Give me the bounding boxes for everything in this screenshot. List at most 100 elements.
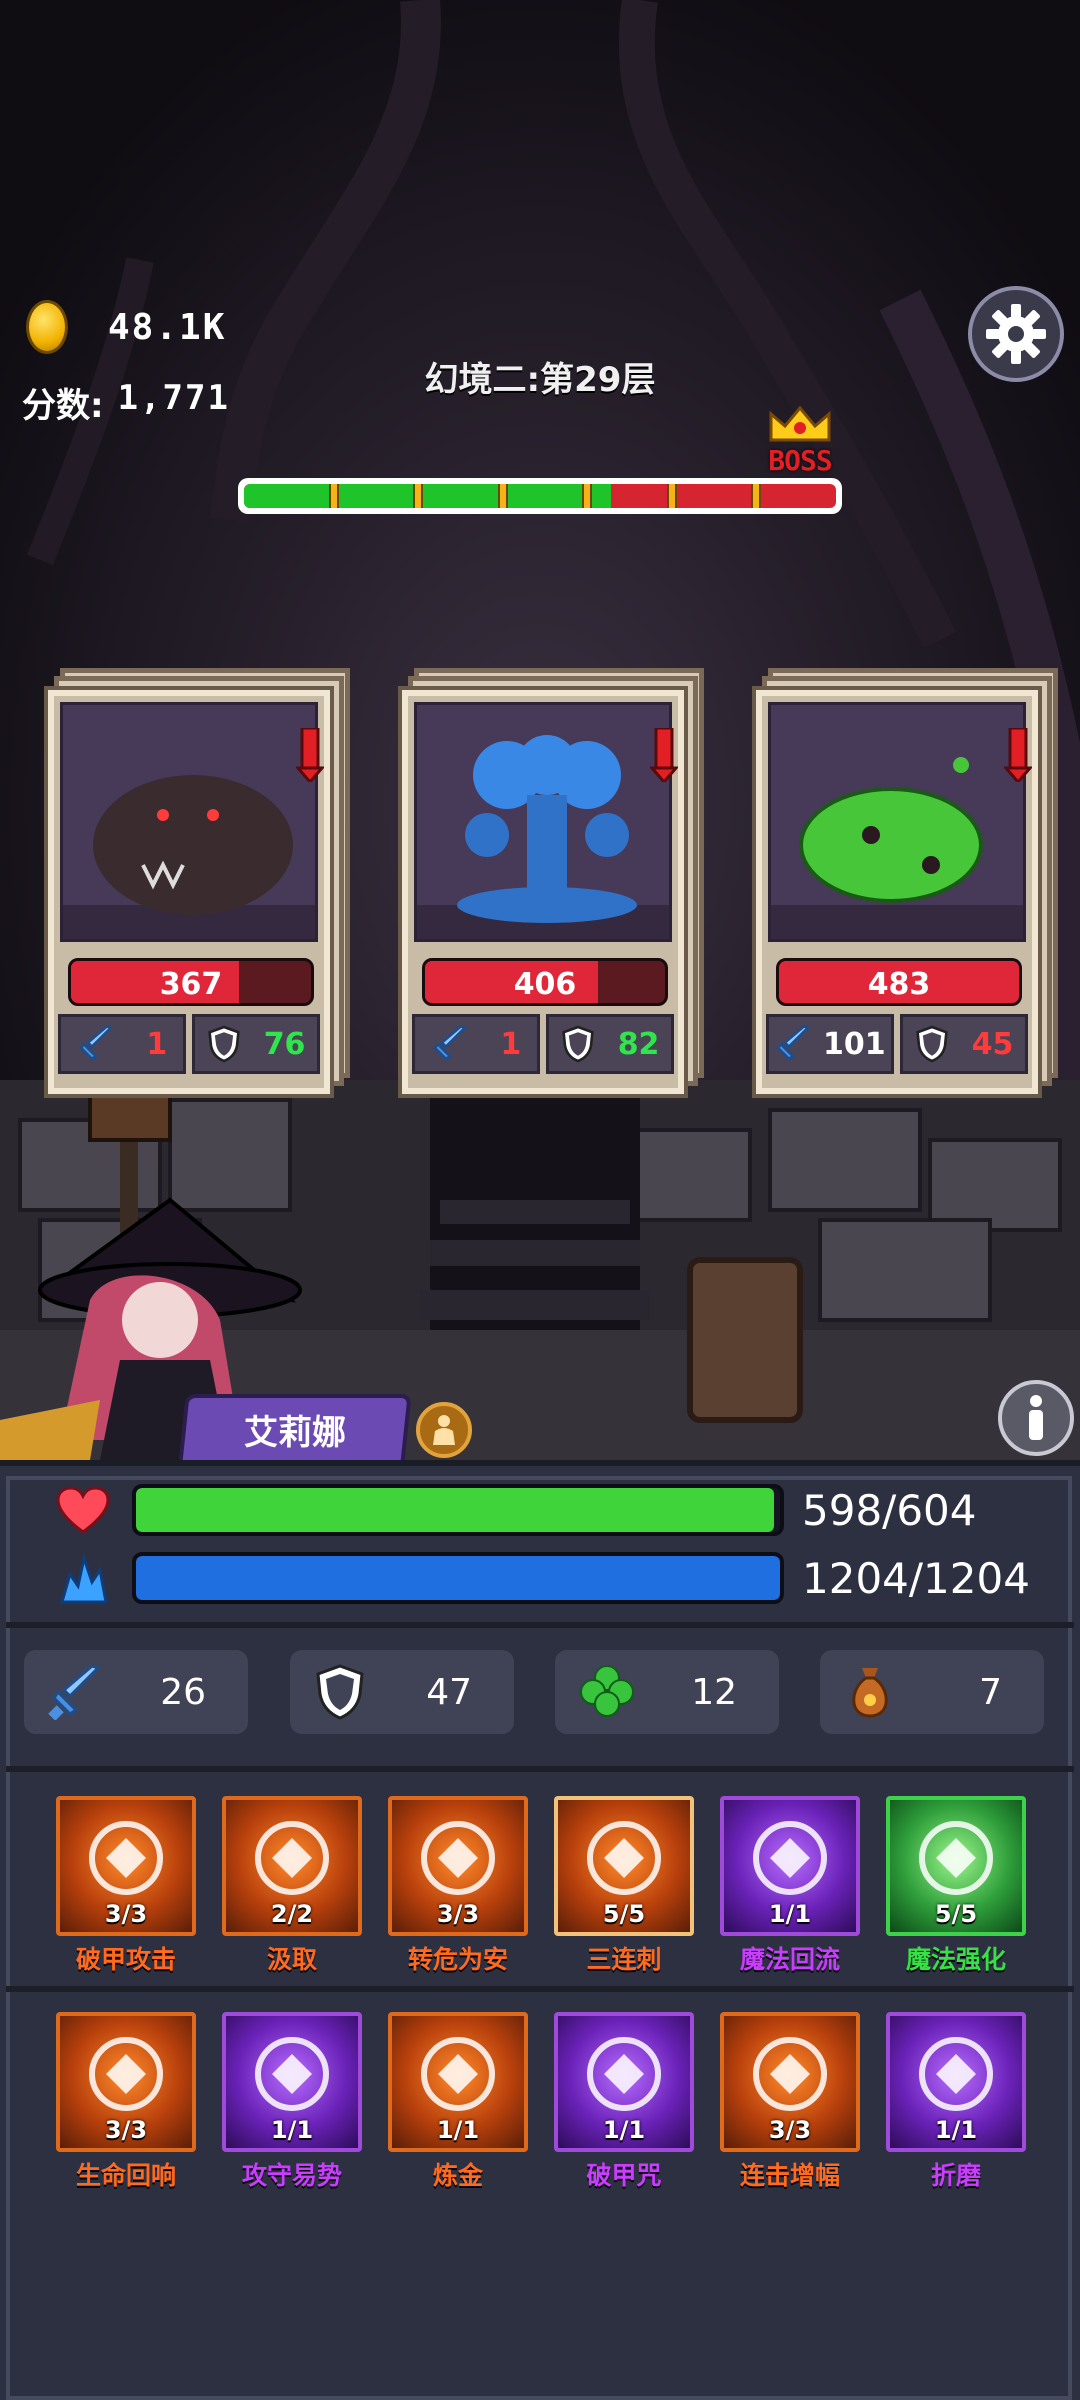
- shield-icon: [561, 1025, 594, 1063]
- skill-slot[interactable]: 1/1 炼金: [388, 2012, 528, 2192]
- enemy-attack-value: 1: [500, 1026, 522, 1062]
- skill-icon: 2/2: [222, 1796, 362, 1936]
- enemy-portrait: [768, 702, 1026, 942]
- boss-marker: BOSS: [762, 404, 838, 477]
- skill-icon: 3/3: [56, 2012, 196, 2152]
- mp-bar-fill: [136, 1556, 780, 1600]
- enemy-defense: 82: [546, 1014, 674, 1074]
- gold-counter: 48.1K: [26, 300, 226, 354]
- enemy-defense: 76: [192, 1014, 320, 1074]
- skill-name: 三连刺: [586, 1945, 662, 1974]
- skill-level: 1/1: [768, 1900, 812, 1928]
- shield-icon: [207, 1025, 240, 1063]
- skill-name: 连击增幅: [739, 2161, 840, 2190]
- skill-level: 3/3: [104, 2116, 148, 2144]
- sword-icon: [776, 1025, 811, 1061]
- money-bag-icon: [852, 1668, 888, 1718]
- mana-flame-icon: [60, 1552, 108, 1604]
- stat-luck: 12: [555, 1650, 779, 1734]
- sword-icon: [79, 1025, 114, 1061]
- skill-level: 5/5: [602, 1900, 646, 1928]
- stat-luck-value: 12: [691, 1671, 737, 1713]
- skill-slot[interactable]: 1/1 魔法回流: [720, 1796, 860, 1976]
- skill-slot[interactable]: 5/5 魔法强化: [886, 1796, 1026, 1976]
- enemy-attack-value: 101: [823, 1026, 886, 1062]
- skill-name: 破甲攻击: [75, 1945, 176, 1974]
- heart-icon: [56, 1486, 110, 1534]
- skill-level: 3/3: [104, 1900, 148, 1928]
- hero-class-badge[interactable]: [416, 1402, 472, 1458]
- stat-defense-value: 47: [426, 1671, 472, 1713]
- progress-tick: [666, 484, 677, 508]
- enemy-attack: 1: [58, 1014, 186, 1074]
- enemy-defense-value: 45: [971, 1026, 1014, 1062]
- stage-title: 幻境二:第29层: [424, 360, 656, 400]
- skill-icon: 1/1: [554, 2012, 694, 2152]
- enemy-attack: 1: [412, 1014, 540, 1074]
- crown-icon: [769, 405, 831, 442]
- skill-level: 2/2: [270, 1900, 314, 1928]
- skill-slot[interactable]: 2/2 汲取: [222, 1796, 362, 1976]
- stat-loot: 7: [820, 1650, 1044, 1734]
- enemy-hp-bar: 406: [422, 958, 668, 1006]
- gold-value: 48.1K: [108, 306, 227, 348]
- skill-name: 折磨: [930, 2161, 981, 2190]
- skill-slot[interactable]: 1/1 攻守易势: [222, 2012, 362, 2192]
- skill-slot[interactable]: 5/5 三连刺: [554, 1796, 694, 1976]
- skill-name: 魔法强化: [905, 1945, 1006, 1974]
- hero-name: 艾莉娜: [244, 1412, 346, 1453]
- mp-bar: [132, 1552, 784, 1604]
- info-button[interactable]: [998, 1380, 1074, 1456]
- stat-loot-value: 7: [979, 1671, 1002, 1713]
- hp-value: 598/604: [802, 1486, 977, 1535]
- person-icon: [433, 1415, 455, 1445]
- skill-level: 3/3: [436, 1900, 480, 1928]
- skill-icon: 3/3: [388, 1796, 528, 1936]
- enemy-defense: 45: [900, 1014, 1028, 1074]
- skill-name: 破甲咒: [586, 2161, 662, 2190]
- skill-icon: 5/5: [886, 1796, 1026, 1936]
- progress-tick: [582, 484, 593, 508]
- progress-tick: [497, 484, 508, 508]
- skill-level: 3/3: [768, 2116, 812, 2144]
- info-icon: [1029, 1395, 1043, 1440]
- floor-progress-bar: [238, 478, 842, 514]
- skill-slot[interactable]: 3/3 破甲攻击: [56, 1796, 196, 1976]
- hp-bar-fill: [136, 1488, 774, 1532]
- skill-name: 魔法回流: [739, 1945, 840, 1974]
- progress-fill: [244, 484, 612, 508]
- stat-defense: 47: [290, 1650, 514, 1734]
- skill-slot[interactable]: 3/3 生命回响: [56, 2012, 196, 2192]
- skill-icon: 5/5: [554, 1796, 694, 1936]
- skill-level: 5/5: [934, 1900, 978, 1928]
- skill-name: 汲取: [266, 1945, 317, 1974]
- skill-name: 转危为安: [407, 1945, 508, 1974]
- progress-tick: [751, 484, 762, 508]
- enemy-hp-value: 406: [513, 967, 577, 1002]
- enemy-flag-icon: [650, 728, 678, 782]
- sword-icon: [48, 1664, 101, 1720]
- skill-name: 生命回响: [75, 2161, 176, 2190]
- skill-level: 1/1: [436, 2116, 480, 2144]
- hero-name-tab: 艾莉娜: [178, 1394, 412, 1464]
- stat-attack-value: 26: [160, 1671, 206, 1713]
- skill-level: 1/1: [602, 2116, 646, 2144]
- skill-icon: 1/1: [720, 1796, 860, 1936]
- skill-name: 炼金: [432, 2161, 483, 2190]
- progress-tick: [328, 484, 339, 508]
- skill-level: 1/1: [934, 2116, 978, 2144]
- skill-icon: 3/3: [720, 2012, 860, 2152]
- skill-icon: 1/1: [388, 2012, 528, 2152]
- enemy-card[interactable]: 406 1 82: [390, 668, 710, 1100]
- skill-slot[interactable]: 1/1 破甲咒: [554, 2012, 694, 2192]
- enemy-card[interactable]: 483 101 45: [744, 668, 1064, 1100]
- enemy-card[interactable]: 367 1 76: [36, 668, 356, 1100]
- skill-slot[interactable]: 3/3 转危为安: [388, 1796, 528, 1976]
- enemy-flag-icon: [296, 728, 324, 782]
- skill-slot[interactable]: 3/3 连击增幅: [720, 2012, 860, 2192]
- enemy-hp-bar: 367: [68, 958, 314, 1006]
- skill-slot[interactable]: 1/1 折磨: [886, 2012, 1026, 2192]
- shield-icon: [316, 1664, 364, 1720]
- stat-attack: 26: [24, 1650, 248, 1734]
- skill-level: 1/1: [270, 2116, 314, 2144]
